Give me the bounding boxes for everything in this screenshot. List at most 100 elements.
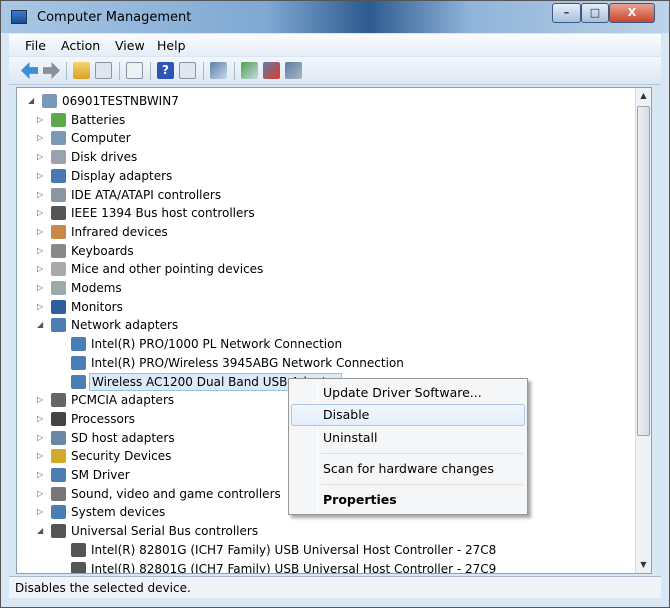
tree-item-label: Modems <box>71 281 122 295</box>
tree-item-label: Computer <box>71 131 131 146</box>
forward-arrow-icon[interactable] <box>43 62 60 79</box>
mouse-icon <box>51 262 66 277</box>
tree-item-label: Mice and other pointing devices <box>71 262 264 277</box>
expand-arrow-icon[interactable]: ▷ <box>37 410 45 428</box>
expand-arrow-icon[interactable]: ▷ <box>37 485 45 503</box>
scan-hardware-icon[interactable] <box>210 62 227 79</box>
tree-item-label: Sound, video and game controllers <box>71 486 281 501</box>
keyboard-icon <box>51 243 66 258</box>
system-device-icon <box>51 505 66 520</box>
infrared-icon <box>51 224 66 239</box>
tree-item-label: Universal Serial Bus controllers <box>71 524 259 539</box>
menu-bar: File Action View Help <box>9 34 661 56</box>
tree-item-label: Intel(R) 82801G (ICH7 Family) USB Univer… <box>91 561 497 574</box>
tree-item-label: Processors <box>71 411 136 426</box>
expand-arrow-icon[interactable]: ▷ <box>37 391 45 409</box>
maximize-button[interactable]: □ <box>581 3 609 23</box>
tree-item-label: Display adapters <box>71 168 173 183</box>
computer-icon <box>42 94 57 108</box>
sd-adapter-icon <box>51 430 66 445</box>
toolbar-separator <box>66 62 67 80</box>
update-driver-icon[interactable] <box>241 62 258 79</box>
menu-item-uninstall[interactable]: Uninstall <box>291 427 525 449</box>
menu-view[interactable]: View <box>115 38 145 53</box>
tree-item-label: IDE ATA/ATAPI controllers <box>71 187 222 202</box>
expand-arrow-icon[interactable]: ▷ <box>37 447 45 465</box>
minimize-button[interactable]: – <box>552 3 581 23</box>
toolbar-separator <box>150 62 151 80</box>
show-action-pane-icon[interactable] <box>179 62 196 79</box>
up-folder-icon[interactable] <box>73 62 90 79</box>
tree-item-label: 06901TESTNBWIN7 <box>62 94 179 108</box>
menu-item-disable[interactable]: Disable <box>291 404 525 426</box>
menu-item-properties[interactable]: Properties <box>291 489 525 511</box>
show-hide-console-tree-icon[interactable] <box>95 62 112 79</box>
scrollbar-thumb[interactable] <box>637 106 650 436</box>
expand-arrow-icon[interactable]: ▷ <box>37 279 45 297</box>
tree-item-label: Monitors <box>71 299 123 314</box>
security-key-icon <box>51 449 66 464</box>
ide-controller-icon <box>51 187 66 202</box>
network-adapter-icon <box>71 337 86 352</box>
expand-arrow-icon[interactable]: ▷ <box>37 129 45 147</box>
speaker-icon <box>51 486 66 501</box>
computer-management-window: Computer Management – □ X File Action Vi… <box>0 0 670 608</box>
expand-arrow-icon[interactable]: ▷ <box>37 111 45 129</box>
display-adapter-icon <box>51 168 66 183</box>
menu-item-update-driver[interactable]: Update Driver Software... <box>291 382 525 404</box>
expand-arrow-icon[interactable]: ▷ <box>37 242 45 260</box>
pcmcia-icon <box>51 393 66 408</box>
tree-item-label: IEEE 1394 Bus host controllers <box>71 206 255 221</box>
expand-arrow-icon[interactable]: ▷ <box>37 148 45 166</box>
processor-icon <box>51 411 66 426</box>
monitor-icon <box>51 299 66 314</box>
status-bar: Disables the selected device. <box>9 576 661 598</box>
expand-arrow-icon[interactable]: ▷ <box>37 503 45 521</box>
expand-arrow-icon[interactable]: ▷ <box>37 186 45 204</box>
disable-device-icon[interactable] <box>263 62 280 79</box>
collapse-arrow-icon[interactable]: ◢ <box>37 316 45 334</box>
window-title: Computer Management <box>37 10 192 25</box>
toolbar-separator <box>203 62 204 80</box>
vertical-scrollbar[interactable]: ▲ ▼ <box>635 88 651 573</box>
ieee1394-icon <box>51 206 66 221</box>
tree-item-label: Batteries <box>71 112 126 127</box>
collapse-arrow-icon[interactable]: ◢ <box>28 92 36 110</box>
title-bar: Computer Management – □ X <box>1 1 669 33</box>
collapse-arrow-icon[interactable]: ◢ <box>37 522 45 540</box>
menu-help[interactable]: Help <box>157 38 186 53</box>
network-adapter-icon <box>71 355 86 370</box>
disk-drive-icon <box>51 150 66 165</box>
tree-item-label: System devices <box>71 505 166 520</box>
tree-item-label: PCMCIA adapters <box>71 393 175 408</box>
expand-arrow-icon[interactable]: ▷ <box>37 223 45 241</box>
scroll-up-arrow[interactable]: ▲ <box>636 88 651 104</box>
close-button[interactable]: X <box>609 3 655 23</box>
modem-icon <box>51 281 66 295</box>
tree-item-label: Infrared devices <box>71 224 168 239</box>
menu-action[interactable]: Action <box>61 38 100 53</box>
back-arrow-icon[interactable] <box>21 62 38 79</box>
toolbar-separator <box>119 62 120 80</box>
expand-arrow-icon[interactable]: ▷ <box>37 260 45 278</box>
expand-arrow-icon[interactable]: ▷ <box>37 466 45 484</box>
menu-item-scan-hardware[interactable]: Scan for hardware changes <box>291 458 525 480</box>
tree-item-label: Keyboards <box>71 243 134 258</box>
uninstall-device-icon[interactable] <box>285 62 302 79</box>
tree-item-label: Disk drives <box>71 150 138 165</box>
expand-arrow-icon[interactable]: ▷ <box>37 167 45 185</box>
usb-icon <box>71 561 86 573</box>
tree-item-label: Intel(R) PRO/1000 PL Network Connection <box>91 337 343 352</box>
menu-file[interactable]: File <box>25 38 46 53</box>
expand-arrow-icon[interactable]: ▷ <box>37 298 45 316</box>
toolbar: ? <box>9 57 661 85</box>
toolbar-separator <box>234 62 235 80</box>
expand-arrow-icon[interactable]: ▷ <box>37 429 45 447</box>
tree-item-label: Intel(R) 82801G (ICH7 Family) USB Univer… <box>91 542 497 557</box>
properties-icon[interactable] <box>126 62 143 79</box>
battery-icon <box>51 112 66 127</box>
scroll-down-arrow[interactable]: ▼ <box>636 557 651 573</box>
help-icon[interactable]: ? <box>157 62 174 79</box>
expand-arrow-icon[interactable]: ▷ <box>37 204 45 222</box>
menu-separator <box>321 484 523 485</box>
